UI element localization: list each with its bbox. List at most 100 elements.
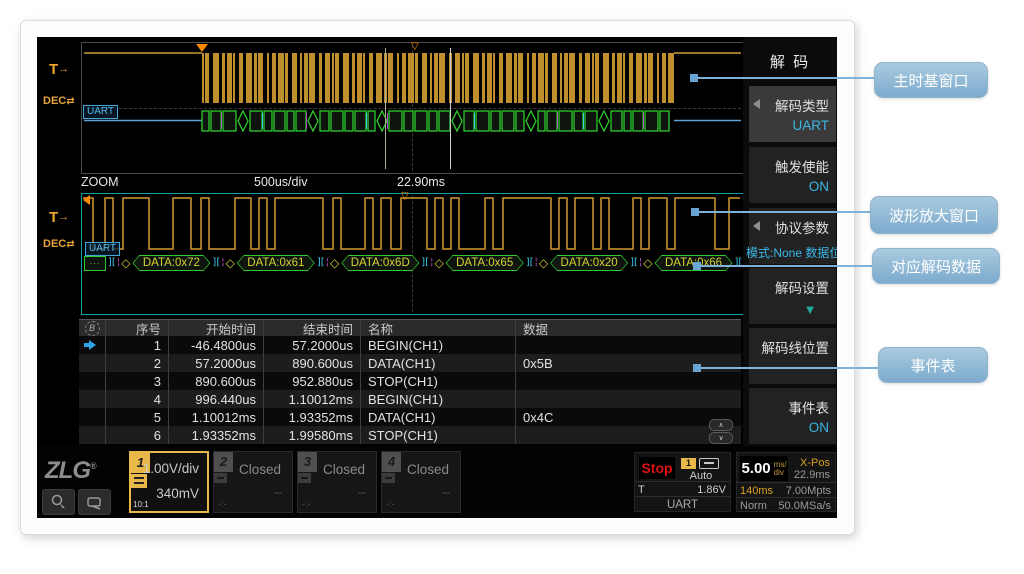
cell-start: 996.440us [169, 390, 264, 408]
cell-data: 0x4C [516, 408, 741, 426]
frame-separator-icon: ][¦◇ [630, 256, 652, 270]
decode-bubble-text: DATA:0x6D [342, 256, 418, 270]
cell-name: DATA(CH1) [361, 408, 516, 426]
menu-item-trigger-enable[interactable]: 触发使能ON [749, 147, 836, 203]
cell-name: STOP(CH1) [361, 372, 516, 390]
cell-num: 4 [106, 390, 169, 408]
channel-2-box[interactable]: 2Closed---:- [213, 451, 293, 513]
callout-line [694, 77, 874, 79]
cell-data [516, 390, 741, 408]
scroll-down-button[interactable]: ∨ [709, 432, 733, 444]
channel-time-placeholder: -:- [218, 499, 227, 509]
menu-item-label: 解码设置 [775, 277, 829, 297]
oscilloscope-screen: T→ DEC⇄ T→ DEC⇄ ▽ UART ZOOM 500us/div 22… [37, 37, 837, 518]
zoom-decode-line-label: DEC⇄ [43, 238, 75, 250]
decode-bubble: DATA:0x72 [132, 255, 210, 271]
xpos-value: 22.9ms [794, 469, 830, 481]
memory-depth: 7.00Mpts [786, 485, 831, 497]
touch-mode-button[interactable] [42, 489, 75, 515]
xpos-label: X-Pos [800, 457, 830, 469]
menu-item-value: ON [809, 420, 829, 435]
bracket-icon: ][ [735, 256, 743, 270]
decode-bubble-text: DATA:0x20 [551, 256, 627, 270]
decode-bubble-text: DATA:0x72 [133, 256, 209, 270]
channel-4-box[interactable]: 4Closed---:- [381, 451, 461, 513]
decode-bubble-text: DATA:0x65 [447, 256, 523, 270]
cell-end: 952.880us [264, 372, 361, 390]
bracket-icon: ][ [108, 256, 116, 270]
col-data: 数据 [516, 320, 741, 336]
cell-name: STOP(CH1) [361, 426, 516, 444]
gesture-icon [86, 494, 104, 510]
menu-item-event-table-toggle[interactable]: 事件表ON [749, 388, 836, 444]
event-table: B 序号 开始时间 结束时间 名称 数据 1-46.4800us57.2000u… [79, 319, 741, 446]
menu-item-decode-line-position[interactable]: 解码线位置 [749, 328, 836, 384]
cell-end: 57.2000us [264, 336, 361, 354]
decode-bubble-text: DATA:0x61 [238, 256, 314, 270]
row-cursor-cell [79, 372, 106, 390]
table-scroller: ∧ ∨ [709, 419, 733, 445]
zoom-offset: 22.90ms [397, 175, 445, 189]
timebase-scale: 5.00 [741, 460, 770, 477]
row-cursor-cell [79, 390, 106, 408]
cell-data [516, 426, 741, 444]
sample-rate: 50.0MSa/s [778, 500, 831, 512]
callout-line [697, 265, 872, 267]
menu-item-decode-settings[interactable]: 解码设置 ▼ [749, 268, 836, 324]
cell-num: 2 [106, 354, 169, 372]
status-bar: ZLG® 1 10:1 1.00V/div 340mV 2Closed---:-… [37, 446, 837, 518]
frame-bar-icon: ¦ [117, 256, 120, 270]
main-trigger-level-label: T→ [49, 61, 69, 78]
cell-data [516, 336, 741, 354]
col-index: 序号 [106, 320, 169, 336]
frame-separator-icon: ][¦◇ [526, 256, 548, 270]
table-row[interactable]: 51.10012ms1.93352msDATA(CH1)0x4C [79, 408, 741, 426]
probe-ratio: 10:1 [133, 500, 149, 509]
cell-end: 890.600us [264, 354, 361, 372]
acquisition-window-row: 140ms 7.00Mpts [737, 482, 835, 497]
channel-3-box[interactable]: 3Closed---:- [297, 451, 377, 513]
table-row[interactable]: 1-46.4800us57.2000usBEGIN(CH1) [79, 336, 741, 354]
timebase-status-block[interactable]: 5.00 ms/div X-Pos 22.9ms 140ms 7.00Mpts … [736, 452, 836, 512]
decode-continuation-box: ... [84, 256, 106, 271]
idle-diamond-icon: ◇ [121, 256, 130, 270]
table-row[interactable]: 61.93352ms1.99580msSTOP(CH1) [79, 426, 741, 444]
left-arrow-icon [753, 221, 760, 231]
callout-dot [693, 364, 701, 372]
trigger-type: T [638, 484, 645, 496]
swap-arrows-icon: ⇄ [66, 239, 74, 250]
scroll-up-button[interactable]: ∧ [709, 419, 733, 431]
callout-label: 主时基窗口 [874, 62, 988, 98]
zoom-bus-tag: UART [85, 242, 120, 256]
bus-icon-cell: B [79, 320, 106, 336]
table-row[interactable]: 3890.600us952.880usSTOP(CH1) [79, 372, 741, 390]
zoom-waveform [82, 194, 743, 256]
menu-item-decode-type[interactable]: 解码类型UART [749, 86, 836, 142]
callout-line [695, 211, 870, 213]
channel-scale-placeholder: -- [442, 485, 450, 499]
idle-diamond-icon: ◇ [434, 256, 443, 270]
bracket-icon: ][ [421, 256, 429, 270]
frame-separator-icon: ][¦◇ [108, 256, 130, 270]
run-state: Stop [639, 457, 675, 479]
menu-item-protocol-params[interactable]: 协议参数模式:None 数据位 [749, 208, 836, 264]
frame-bar-icon: ¦ [221, 256, 224, 270]
trigger-status-block[interactable]: Stop 1 Auto T 1.86V UART [634, 452, 731, 512]
table-row[interactable]: 4996.440us1.10012msBEGIN(CH1) [79, 390, 741, 408]
menu-item-value: 模式:None 数据位 [746, 244, 837, 261]
touch-icon [50, 494, 68, 510]
callout-dot [691, 208, 699, 216]
col-end-time: 结束时间 [264, 320, 361, 336]
row-cursor-cell [79, 336, 106, 354]
cell-data: 0x5B [516, 354, 741, 372]
menu-item-value: UART [792, 118, 829, 133]
table-row[interactable]: 257.2000us890.600usDATA(CH1)0x5B [79, 354, 741, 372]
dropdown-arrow-icon: ▼ [806, 305, 814, 316]
cell-data [516, 372, 741, 390]
trigger-level-row: T 1.86V [635, 481, 730, 497]
left-arrow-icon [753, 99, 760, 109]
col-start-time: 开始时间 [169, 320, 264, 336]
channel-1-box[interactable]: 1 10:1 1.00V/div 340mV [129, 451, 209, 513]
idle-diamond-icon: ◇ [330, 256, 339, 270]
gesture-mode-button[interactable] [78, 489, 111, 515]
